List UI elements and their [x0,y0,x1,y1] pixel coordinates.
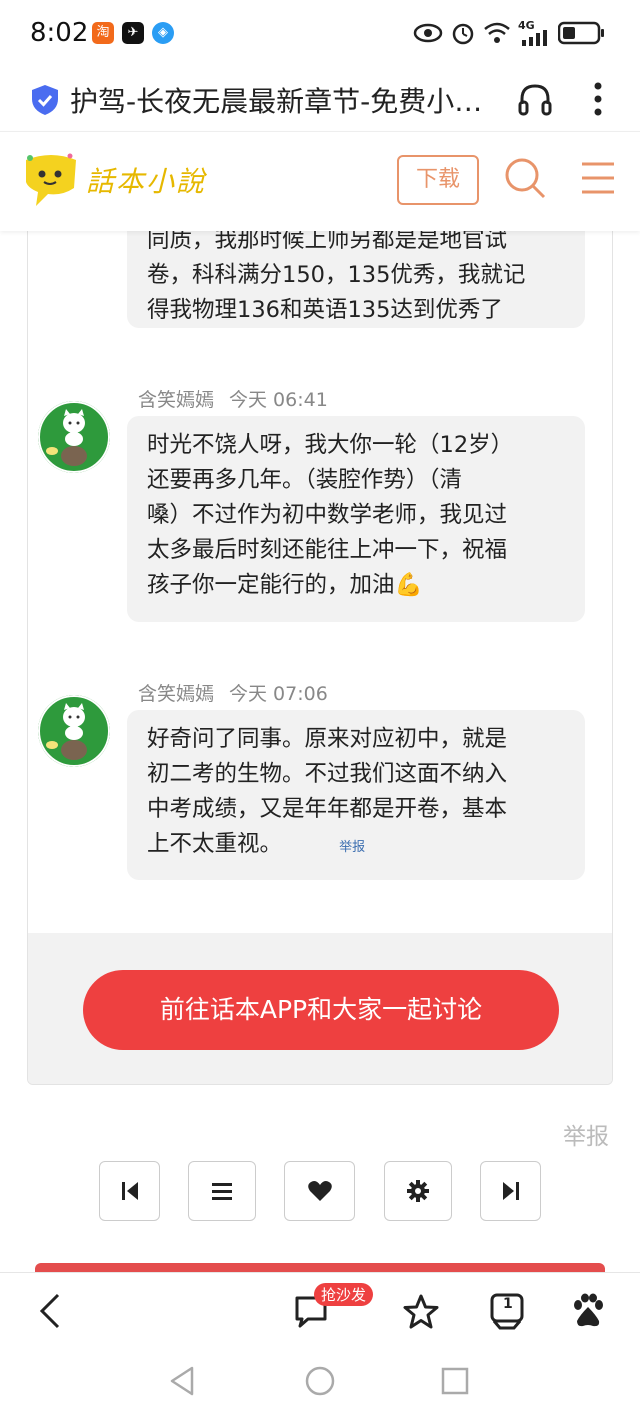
wifi-icon [484,22,510,43]
comment-author[interactable]: 含笑嫣嫣 [138,679,214,706]
star-icon[interactable] [402,1293,440,1331]
comment-line: 时光不饶人呀，我大你一轮（12岁） [147,432,514,458]
comment-line: 得我物理136和英语135达到优秀了 [147,297,503,323]
baidu-paw-icon[interactable] [570,1293,606,1329]
comment-bubble: 同质，我那时候上师另都是是地官试 卷，科科满分150，135优秀，我就记 得我物… [127,231,585,328]
card-footer: 前往话本APP和大家一起讨论 [28,933,612,1084]
more-menu-icon[interactable] [591,80,605,120]
avatar[interactable] [38,401,110,473]
heart-icon [307,1181,332,1201]
comment-line: 太多最后时刻还能往上冲一下，祝福 [147,537,508,563]
site-logo-icon[interactable] [22,152,80,208]
browser-toolbar: 抢沙发 1 [0,1272,640,1347]
report-comment-link[interactable]: 举报 [339,840,365,855]
shield-icon [32,85,58,115]
site-logo-text[interactable]: 話本小說 [86,160,206,200]
tab-count: 1 [503,1296,513,1312]
status-time: 8:02 [30,18,89,48]
comment-line: 中考成绩，又是年年都是开卷，基本 [147,796,508,822]
comment-line: 卷，科科满分150，135优秀，我就记 [147,262,526,288]
comment-line: 孩子你一定能行的，加油💪 [147,572,423,598]
cat-avatar-icon [38,695,110,767]
settings-button[interactable] [384,1161,452,1221]
skip-forward-icon [502,1182,519,1200]
taobao-app-icon: 淘 [92,22,114,44]
menu-icon[interactable] [580,160,616,196]
browser-address-bar[interactable]: 护驾-长夜无晨最新章节-免费小… [0,68,640,130]
avatar[interactable] [38,695,110,767]
battery-icon [558,21,604,45]
comment-line: 嗓）不过作为初中数学老师，我见过 [147,502,508,528]
alarm-icon [452,23,474,45]
browser-app-icon: ◈ [152,22,174,44]
chapter-list-button[interactable] [188,1161,256,1221]
headphones-icon[interactable] [517,82,553,118]
comment-time: 今天 06:41 [229,389,328,411]
comment-line: 好奇问了同事。原来对应初中，就是 [147,726,508,752]
status-bar: 8:02 淘 ✈ ◈ 4G [0,0,640,68]
site-header: 話本小說 下载 [0,131,640,231]
nav-back-icon[interactable] [168,1365,196,1397]
search-icon[interactable] [503,156,547,200]
skip-back-icon [121,1182,138,1200]
comment-bubble: 好奇问了同事。原来对应初中，就是 初二考的生物。不过我们这面不纳入 中考成绩，又… [127,710,585,880]
report-link[interactable]: 举报 [563,1117,609,1151]
nav-home-icon[interactable] [304,1365,336,1397]
nav-recents-icon[interactable] [441,1367,469,1395]
comment-line: 还要再多几年。（装腔作势）（清 [147,467,463,493]
cat-avatar-icon [38,401,110,473]
comment-time: 今天 07:06 [229,683,328,705]
comment-badge: 抢沙发 [314,1283,374,1306]
list-icon [212,1183,232,1200]
comment-line: 初二考的生物。不过我们这面不纳入 [147,761,508,787]
comment-bubble: 时光不饶人呀，我大你一轮（12岁） 还要再多几年。（装腔作势）（清 嗓）不过作为… [127,416,585,622]
bird-app-icon: ✈ [122,22,144,44]
gear-icon [407,1180,429,1202]
system-navigation-bar [0,1347,640,1415]
comment-line: 上不太重视。 [147,831,283,857]
back-icon[interactable] [38,1293,62,1329]
next-chapter-button[interactable] [480,1161,541,1221]
signal-icon [522,30,547,46]
comment-section: 同质，我那时候上师另都是是地官试 卷，科科满分150，135优秀，我就记 得我物… [27,231,613,1085]
open-app-discussion-button[interactable]: 前往话本APP和大家一起讨论 [83,970,559,1050]
comment-author[interactable]: 含笑嫣嫣 [138,385,214,412]
page-title[interactable]: 护驾-长夜无晨最新章节-免费小… [70,80,500,120]
download-button[interactable]: 下载 [397,155,479,205]
favorite-button[interactable] [284,1161,355,1221]
comment-line: 同质，我那时候上师另都是是地官试 [147,231,508,253]
first-chapter-button[interactable] [99,1161,160,1221]
eye-icon [413,23,443,43]
